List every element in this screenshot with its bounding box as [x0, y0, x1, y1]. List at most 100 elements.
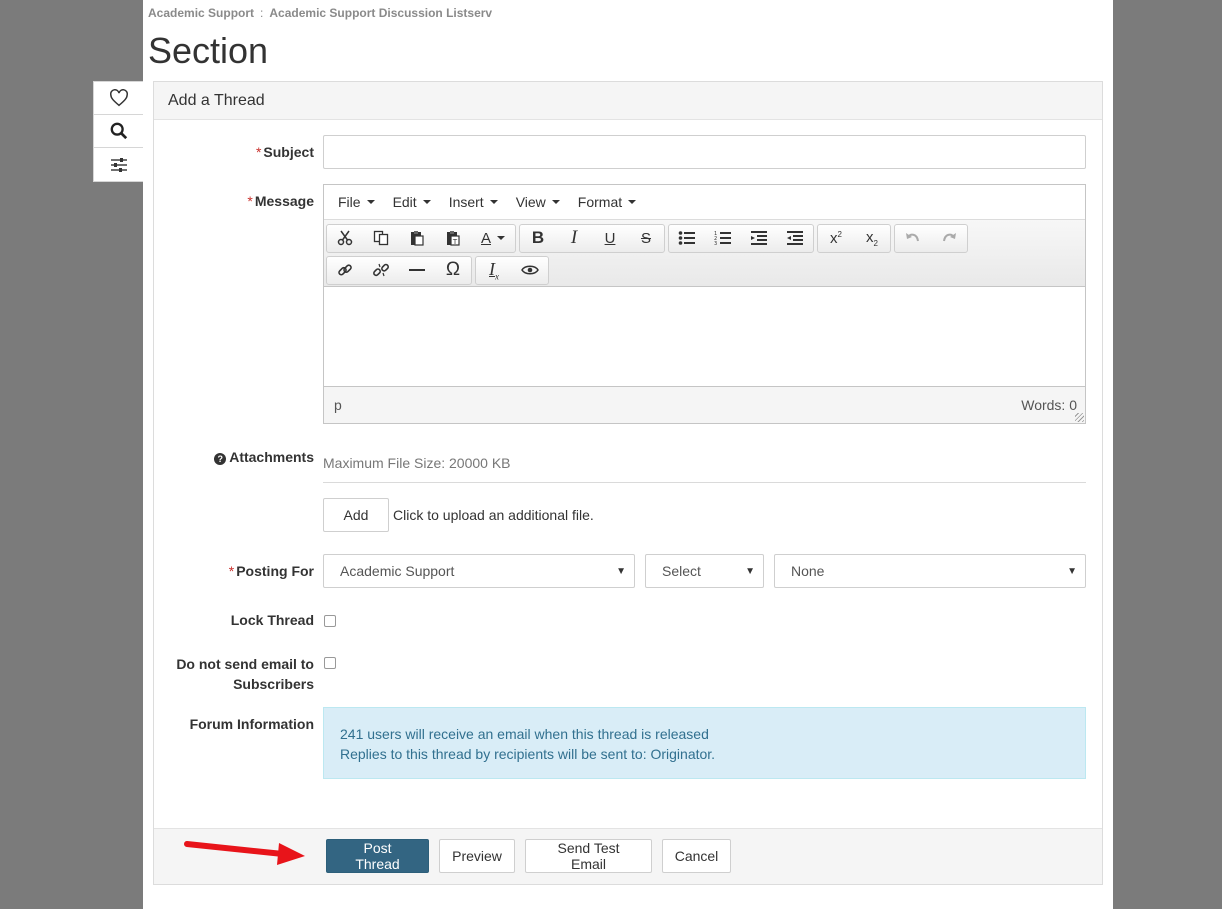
posting-for-label: * Posting For — [154, 563, 314, 579]
subscript-button[interactable]: x2 — [854, 225, 890, 252]
posting-for-label-text: Posting For — [236, 563, 314, 579]
paste-button[interactable] — [399, 225, 435, 252]
menu-edit-label: Edit — [392, 194, 417, 210]
redo-button[interactable] — [931, 225, 967, 252]
bullet-list-button[interactable] — [669, 225, 705, 252]
no-email-label-line1: Do not send email to — [176, 656, 314, 672]
menu-format-label: Format — [577, 194, 623, 210]
attachments-label-text: Attachments — [229, 449, 314, 465]
outdent-button[interactable] — [741, 225, 777, 252]
caret-down-icon — [628, 200, 637, 204]
editor-toolbar: T A B I U S 1 2 3 x2 x2 Ω Ix — [324, 220, 1085, 287]
subject-input[interactable] — [323, 135, 1086, 169]
dropdown-arrow-icon: ▼ — [745, 565, 755, 577]
breadcrumb-item-listserv[interactable]: Academic Support Discussion Listserv — [269, 6, 492, 20]
red-arrow-icon — [184, 841, 305, 865]
attachments-label: ? Attachments — [154, 449, 314, 465]
paste-text-button[interactable]: T — [435, 225, 471, 252]
outdent-icon — [751, 231, 767, 245]
cut-button[interactable] — [327, 225, 363, 252]
menu-file-label: File — [338, 194, 361, 210]
breadcrumb: Academic Support: Academic Support Discus… — [148, 6, 492, 20]
svg-text:3: 3 — [714, 241, 717, 246]
copy-button[interactable] — [363, 225, 399, 252]
panel-title: Add a Thread — [154, 82, 1102, 120]
superscript-button[interactable]: x2 — [818, 225, 854, 252]
search-button[interactable] — [94, 115, 143, 148]
clear-formatting-button[interactable]: Ix — [476, 257, 512, 284]
search-icon — [110, 122, 127, 140]
redo-icon — [943, 233, 956, 242]
posting-for-category-select[interactable]: Select ▼ — [645, 554, 764, 588]
breadcrumb-item-academic-support[interactable]: Academic Support — [148, 6, 254, 20]
undo-button[interactable] — [895, 225, 931, 252]
scissors-icon — [337, 230, 353, 246]
required-marker: * — [255, 144, 262, 160]
posting-for-subcategory-value: None — [791, 563, 825, 579]
breadcrumb-separator: : — [260, 6, 264, 20]
caret-down-icon — [366, 200, 375, 204]
bullet-list-icon — [678, 231, 695, 245]
message-content-area[interactable] — [324, 287, 1085, 387]
page: Academic Support: Academic Support Discus… — [143, 0, 1113, 909]
strikethrough-button[interactable]: S — [628, 225, 664, 252]
posting-for-subcategory-select[interactable]: None ▼ — [774, 554, 1086, 588]
numbered-list-button[interactable]: 123 — [705, 225, 741, 252]
required-marker: * — [247, 193, 253, 209]
underline-icon: U — [604, 229, 616, 247]
text-color-icon: A — [480, 229, 491, 247]
menu-file[interactable]: File — [329, 194, 384, 210]
italic-button[interactable]: I — [556, 225, 592, 252]
no-email-checkbox[interactable] — [324, 657, 336, 669]
required-marker: * — [228, 563, 235, 579]
menu-edit[interactable]: Edit — [384, 194, 440, 210]
menu-insert-label: Insert — [448, 194, 484, 210]
svg-text:T: T — [452, 238, 458, 246]
page-title: Section — [148, 30, 269, 71]
clear-formatting-icon: Ix — [489, 258, 499, 282]
special-character-button[interactable]: Ω — [435, 257, 471, 284]
post-thread-button[interactable]: Post Thread — [326, 839, 429, 873]
menu-view[interactable]: View — [507, 194, 569, 210]
horizontal-rule-button[interactable] — [399, 257, 435, 284]
insert-link-button[interactable] — [327, 257, 363, 284]
message-label: * Message — [154, 193, 314, 209]
side-toolbar — [93, 81, 143, 182]
caret-down-icon — [422, 200, 431, 204]
menu-insert[interactable]: Insert — [440, 194, 507, 210]
dropdown-arrow-icon: ▼ — [616, 565, 626, 577]
lock-thread-label: Lock Thread — [230, 612, 314, 628]
bold-button[interactable]: B — [520, 225, 556, 252]
lock-thread-checkbox[interactable] — [324, 615, 336, 627]
add-attachment-button[interactable]: Add — [323, 498, 389, 532]
posting-for-group-select[interactable]: Academic Support ▼ — [323, 554, 635, 588]
preview-button[interactable]: Preview — [439, 839, 515, 873]
menu-format[interactable]: Format — [569, 194, 645, 210]
message-label-text: Message — [254, 193, 314, 209]
editor-menubar: File Edit Insert View Format — [324, 185, 1085, 220]
filter-settings-button[interactable] — [94, 148, 143, 181]
remove-link-button[interactable] — [363, 257, 399, 284]
forum-information-alert: 241 users will receive an email when thi… — [323, 707, 1086, 779]
send-test-email-button[interactable]: Send Test Email — [525, 839, 652, 873]
italic-icon: I — [570, 227, 578, 248]
cancel-button[interactable]: Cancel — [662, 839, 731, 873]
resize-handle-icon[interactable] — [1075, 413, 1084, 422]
text-color-button[interactable]: A — [471, 225, 515, 252]
paste-text-icon: T — [447, 231, 460, 246]
underline-button[interactable]: U — [592, 225, 628, 252]
add-thread-panel: Add a Thread * Subject * Message File Edit… — [153, 81, 1103, 885]
undo-icon — [906, 233, 919, 242]
element-path[interactable]: p — [334, 397, 342, 413]
favorite-button[interactable] — [94, 82, 143, 115]
superscript-icon: x2 — [830, 229, 842, 247]
unlink-icon — [373, 263, 389, 277]
sliders-icon — [110, 157, 127, 172]
max-file-size: Maximum File Size: 20000 KB — [323, 455, 511, 471]
preview-source-button[interactable] — [512, 257, 548, 284]
caret-down-icon — [551, 200, 560, 204]
indent-button[interactable] — [777, 225, 813, 252]
subject-label-text: Subject — [263, 144, 314, 160]
help-icon[interactable]: ? — [214, 453, 227, 465]
bold-icon: B — [531, 228, 545, 247]
